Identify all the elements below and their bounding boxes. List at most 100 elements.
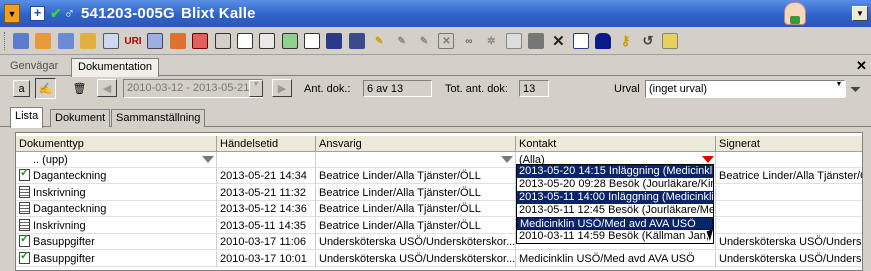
close-icon[interactable]: ✕ [856, 58, 867, 74]
signerat-cell[interactable]: Undersköterska USÖ/Underskö [716, 251, 862, 267]
ansvarig-filter-arrow-icon[interactable] [501, 156, 513, 163]
calendar-icon[interactable] [192, 33, 209, 49]
countersign-icon[interactable]: ✎ [416, 33, 432, 49]
column-header-dokumenttyp[interactable]: Dokumenttyp [16, 136, 217, 152]
handelsetid-cell[interactable]: 2013-05-12 14:36 [217, 201, 316, 218]
dokumenttyp-cell[interactable]: Inskrivning [16, 184, 217, 201]
kontakt-dropdown-item[interactable]: 2013-05-11 14:00 Inläggning (Medicinklin [517, 191, 713, 204]
column-header-ansvarig[interactable]: Ansvarig [316, 136, 516, 152]
tab-dokumentation[interactable]: Dokumentation [71, 58, 159, 77]
kontakt-dropdown-list[interactable]: 2013-05-20 14:15 Inläggning (Medicinklin… [516, 164, 714, 244]
save-all-icon[interactable] [348, 33, 365, 49]
trash-icon[interactable]: 🗑 [71, 80, 88, 97]
column-header-handelsetid[interactable]: Händelsetid [217, 136, 316, 152]
exit-icon[interactable] [662, 33, 679, 49]
sign-pen-gray-icon[interactable]: ✎ [394, 33, 410, 49]
doctor-avatar-icon[interactable] [784, 2, 806, 25]
column-header-signerat[interactable]: Signerat [716, 136, 862, 152]
person-blue-icon[interactable] [13, 33, 29, 49]
uri-icon[interactable]: URI [124, 33, 141, 49]
list-edit-icon[interactable] [102, 33, 119, 49]
document-list-icon[interactable] [572, 33, 589, 49]
dokumenttyp-cell[interactable]: Daganteckning [16, 168, 217, 184]
ansvarig-filter[interactable] [316, 152, 516, 168]
kontakt-dropdown-item[interactable]: 2013-05-20 14:15 Inläggning (Medicinklin [517, 165, 713, 178]
kontakt-dropdown-item[interactable]: Medicinklin USÖ/Med avd AVA USÖ [517, 217, 713, 230]
dokumenttyp-cell[interactable]: Basuppgifter [16, 251, 217, 267]
funnel-filter-icon[interactable]: ⏷ [850, 81, 861, 98]
sign-pen-icon[interactable]: ✎ [371, 33, 387, 49]
sign-filter-button[interactable]: ✍ [35, 78, 56, 99]
kontakt-filter-active-arrow-icon[interactable] [702, 156, 714, 163]
calculator-icon[interactable] [259, 33, 276, 49]
handelsetid-cell[interactable]: 2010-03-17 11:06 [217, 234, 316, 251]
dokumenttyp-filter-arrow-icon[interactable] [202, 156, 214, 163]
table-row[interactable]: Inskrivning 2013-05-11 14:35 Beatrice Lind… [16, 217, 862, 234]
person-group-icon[interactable] [57, 33, 74, 49]
date-range-dropdown-arrow[interactable]: ▼ [249, 80, 263, 97]
urval-dropdown-arrow[interactable]: ▼ [832, 81, 846, 97]
copy-icon[interactable] [505, 33, 522, 49]
tab-sammanstallning[interactable]: Sammanställning [111, 109, 206, 127]
document-tag-icon[interactable] [236, 33, 253, 49]
signerat-cell[interactable] [716, 185, 862, 201]
kontakt-cell[interactable]: Medicinklin USÖ/Med avd AVA USÖ [516, 251, 716, 267]
tab-lista[interactable]: Lista [10, 107, 44, 128]
pin-icon[interactable]: ▼ [4, 4, 20, 23]
undo-icon[interactable]: ↺ [640, 33, 656, 49]
tab-genvagar[interactable]: Genvägar [4, 58, 64, 76]
ansvarig-cell[interactable]: Beatrice Linder/Alla Tjänster/ÖLL [316, 168, 516, 184]
glasses-icon[interactable]: ∞ [461, 33, 477, 49]
signerat-filter[interactable] [716, 152, 862, 168]
kontakt-dropdown-item[interactable]: 2013-05-20 09:28 Besök (Jourläkare/Kiru [517, 178, 713, 191]
handelsetid-cell[interactable]: 2013-05-21 11:32 [217, 184, 316, 201]
ansvarig-cell[interactable]: Beatrice Linder/Alla Tjänster/ÖLL [316, 217, 516, 234]
handelsetid-cell[interactable]: 2013-05-21 14:34 [217, 168, 316, 184]
lab-icon[interactable] [169, 33, 186, 49]
tab-dokument[interactable]: Dokument [50, 109, 111, 127]
table-row[interactable]: Daganteckning 2013-05-12 14:36 Beatrice Li… [16, 201, 862, 218]
column-header-kontakt[interactable]: Kontakt [516, 136, 716, 152]
urval-select[interactable]: (inget urval) [645, 80, 845, 98]
previous-period-button[interactable]: ◀ [97, 79, 117, 97]
next-period-button[interactable]: ▶ [272, 79, 292, 97]
print-icon[interactable] [527, 33, 544, 49]
window-menu-button[interactable]: ▼ [852, 6, 868, 21]
table-row[interactable]: Basuppgifter 2010-03-17 10:01 Undersköters… [16, 251, 862, 267]
ansvarig-cell[interactable]: Beatrice Linder/Alla Tjänster/ÖLL [316, 184, 516, 201]
dokumenttyp-cell[interactable]: Inskrivning [16, 217, 217, 234]
dokumenttyp-filter[interactable]: .. (upp) [16, 152, 217, 168]
lock-blue-icon[interactable] [595, 33, 612, 49]
signerat-cell[interactable]: Undersköterska USÖ/Underskö [716, 234, 862, 250]
refresh-document-icon[interactable] [281, 33, 298, 49]
kontakt-dropdown-item[interactable]: 2013-05-11 12:45 Besök (Jourläkare/Med [517, 204, 713, 217]
dokumenttyp-cell[interactable]: Daganteckning [16, 201, 217, 218]
delete-icon[interactable]: ✕ [550, 33, 566, 50]
date-range-field[interactable]: 2010-03-12 - 2013-05-21 [123, 79, 263, 98]
plus-icon[interactable]: + [30, 6, 45, 21]
handelsetid-cell[interactable]: 2013-05-11 14:35 [217, 217, 316, 234]
image-icon[interactable] [147, 33, 164, 49]
kontakt-dropdown-item[interactable]: 2010-03-11 14:59 Besök (Källman Jan, [517, 230, 713, 243]
view-document-button[interactable]: a [13, 80, 30, 97]
handelsetid-filter[interactable] [217, 152, 316, 168]
signerat-cell[interactable] [716, 218, 862, 234]
signerat-cell[interactable]: Beatrice Linder/Alla Tjänster/ÖLL [716, 168, 862, 184]
network-icon[interactable] [214, 33, 231, 49]
person-yellow-icon[interactable] [80, 33, 97, 49]
cancel-document-icon[interactable]: ✕ [438, 33, 455, 49]
table-row[interactable]: Daganteckning 2013-05-21 14:34 Beatrice Li… [16, 168, 862, 184]
ansvarig-cell[interactable]: Undersköterska USÖ/Undersköterskor... [316, 234, 516, 251]
settings-icon[interactable]: ✲ [483, 33, 499, 49]
signerat-cell[interactable] [716, 201, 862, 217]
ansvarig-cell[interactable]: Undersköterska USÖ/Undersköterskor... [316, 251, 516, 267]
person-orange-icon[interactable] [35, 33, 52, 49]
dokumenttyp-cell[interactable]: Basuppgifter [16, 234, 217, 251]
table-row[interactable]: Inskrivning 2013-05-21 11:32 Beatrice Lind… [16, 184, 862, 201]
ansvarig-cell[interactable]: Beatrice Linder/Alla Tjänster/ÖLL [316, 201, 516, 218]
toolbar-grip[interactable] [4, 32, 7, 50]
key-icon[interactable]: ⚷ [618, 33, 634, 49]
new-document-icon[interactable] [304, 33, 321, 49]
table-row[interactable]: Basuppgifter 2010-03-17 11:06 Undersköters… [16, 234, 862, 251]
save-icon[interactable] [326, 33, 343, 49]
